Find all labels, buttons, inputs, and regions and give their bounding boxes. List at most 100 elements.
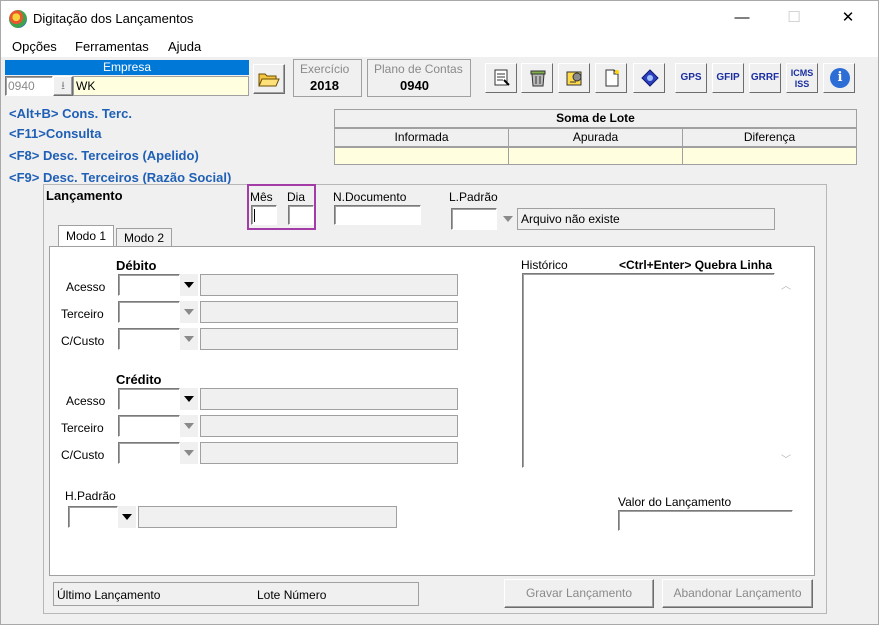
toolbar-info-button[interactable]: i xyxy=(823,63,855,93)
credito-acesso-description xyxy=(200,388,458,410)
debito-title: Débito xyxy=(116,258,157,273)
credito-terceiro-combo xyxy=(118,415,458,437)
credito-terceiro-description xyxy=(200,415,458,437)
credito-terceiro-label: Terceiro xyxy=(61,421,104,435)
debito-terceiro-description xyxy=(200,301,458,323)
hint-cons-terc: <Alt+B> Cons. Terc. xyxy=(9,106,132,121)
close-button[interactable]: ✕ xyxy=(833,7,863,29)
debito-terceiro-label: Terceiro xyxy=(61,307,104,321)
chevron-down-icon[interactable] xyxy=(499,208,517,230)
hpadrao-description xyxy=(138,506,397,528)
historico-textarea[interactable] xyxy=(522,273,775,468)
exercicio-label: Exercício xyxy=(300,62,350,76)
hint-consulta: <F11>Consulta xyxy=(9,126,102,141)
debito-acesso-input[interactable] xyxy=(118,274,180,296)
title-bar: Digitação dos Lançamentos — ☐ ✕ xyxy=(1,1,878,35)
process-icon xyxy=(566,71,582,86)
ndoc-label: N.Documento xyxy=(333,190,407,204)
toolbar-icms-iss-button[interactable]: ICMS ISS xyxy=(786,63,818,93)
valor-label: Valor do Lançamento xyxy=(618,495,732,509)
dia-label: Dia xyxy=(287,190,306,204)
toolbar-trash-button[interactable] xyxy=(521,63,553,93)
main-window: Digitação dos Lançamentos — ☐ ✕ Opções F… xyxy=(0,0,879,625)
scroll-down-icon[interactable]: ﹀ xyxy=(781,451,791,466)
chevron-down-icon[interactable] xyxy=(180,274,198,296)
menu-bar: Opções Ferramentas Ajuda xyxy=(1,35,878,57)
tab-modo-1[interactable]: Modo 1 xyxy=(58,225,114,247)
soma-diferenca-value xyxy=(682,147,857,165)
credito-terceiro-input[interactable] xyxy=(118,415,180,437)
maximize-button[interactable]: ☐ xyxy=(779,7,809,29)
hpadrao-input[interactable] xyxy=(68,506,118,528)
toolbar-new-doc-button[interactable] xyxy=(595,63,627,93)
menu-opcoes[interactable]: Opções xyxy=(12,39,57,54)
soma-lote-title: Soma de Lote xyxy=(334,109,857,128)
chevron-down-icon[interactable] xyxy=(180,301,198,323)
debito-acesso-description xyxy=(200,274,458,296)
lpadrao-input[interactable] xyxy=(451,208,497,230)
exercicio-value: 2018 xyxy=(310,78,339,93)
gravar-lancamento-button[interactable]: Gravar Lançamento xyxy=(504,579,654,608)
dia-input[interactable] xyxy=(288,205,314,225)
download-icon: ⭳ xyxy=(61,80,65,92)
toolbar-grrf-button[interactable]: GRRF xyxy=(749,63,781,93)
toolbar-gps-button[interactable]: GPS xyxy=(675,63,707,93)
plano-box: Plano de Contas 0940 xyxy=(367,59,471,97)
empresa-label: Empresa xyxy=(5,60,249,75)
window-title: Digitação dos Lançamentos xyxy=(33,11,194,26)
chevron-down-icon[interactable] xyxy=(180,415,198,437)
hpadrao-label: H.Padrão xyxy=(65,489,116,503)
chevron-down-icon[interactable] xyxy=(180,388,198,410)
historico-hint: <Ctrl+Enter> Quebra Linha xyxy=(619,258,773,272)
ultimo-lancamento-label: Último Lançamento xyxy=(57,588,161,602)
hpadrao-combo xyxy=(68,506,397,528)
credito-acesso-label: Acesso xyxy=(66,394,106,408)
gear-icon xyxy=(641,69,659,87)
lpadrao-combo: Arquivo não existe xyxy=(451,208,775,230)
scroll-up-icon[interactable]: ︿ xyxy=(781,277,791,292)
open-button[interactable] xyxy=(253,64,285,94)
empresa-lookup-button[interactable]: ⭳ xyxy=(53,76,73,96)
toolbar-report-button[interactable] xyxy=(485,63,517,93)
new-document-icon xyxy=(605,69,619,87)
debito-terceiro-input[interactable] xyxy=(118,301,180,323)
credito-ccusto-combo xyxy=(118,442,458,464)
text-cursor xyxy=(254,209,255,222)
debito-ccusto-input[interactable] xyxy=(118,328,180,350)
chevron-down-icon[interactable] xyxy=(180,328,198,350)
hint-desc-apelido: <F8> Desc. Terceiros (Apelido) xyxy=(9,148,199,163)
ndoc-input[interactable] xyxy=(334,205,421,225)
tab-modo-2[interactable]: Modo 2 xyxy=(116,228,172,247)
minimize-button[interactable]: — xyxy=(727,7,757,29)
historico-label: Histórico xyxy=(521,258,568,272)
toolbar-gfip-button[interactable]: GFIP xyxy=(712,63,744,93)
folder-open-icon xyxy=(258,73,280,87)
empresa-code-field[interactable]: 0940 xyxy=(5,76,53,96)
empresa-name-field[interactable]: WK xyxy=(73,76,249,96)
debito-ccusto-label: C/Custo xyxy=(61,334,105,348)
debito-ccusto-combo xyxy=(118,328,458,350)
trash-icon xyxy=(530,70,546,87)
toolbar-settings-button[interactable] xyxy=(633,63,665,93)
plano-value: 0940 xyxy=(400,78,429,93)
menu-ajuda[interactable]: Ajuda xyxy=(168,39,201,54)
debito-acesso-combo xyxy=(118,274,458,296)
report-icon xyxy=(494,69,510,86)
lpadrao-description: Arquivo não existe xyxy=(517,208,775,230)
credito-title: Crédito xyxy=(116,372,162,387)
soma-diferenca-header: Diferença xyxy=(682,128,857,147)
mes-input[interactable] xyxy=(251,205,277,225)
menu-ferramentas[interactable]: Ferramentas xyxy=(75,39,149,54)
chevron-down-icon[interactable] xyxy=(180,442,198,464)
abandonar-lancamento-button[interactable]: Abandonar Lançamento xyxy=(662,579,813,608)
credito-ccusto-input[interactable] xyxy=(118,442,180,464)
hint-desc-razao: <F9> Desc. Terceiros (Razão Social) xyxy=(9,170,232,185)
chevron-down-icon[interactable] xyxy=(118,506,136,528)
valor-input[interactable] xyxy=(618,510,793,531)
debito-acesso-label: Acesso xyxy=(66,280,106,294)
credito-acesso-combo xyxy=(118,388,458,410)
app-icon xyxy=(9,10,27,28)
credito-acesso-input[interactable] xyxy=(118,388,180,410)
lote-numero-label: Lote Número xyxy=(257,588,327,602)
toolbar-process-button[interactable] xyxy=(558,63,590,93)
